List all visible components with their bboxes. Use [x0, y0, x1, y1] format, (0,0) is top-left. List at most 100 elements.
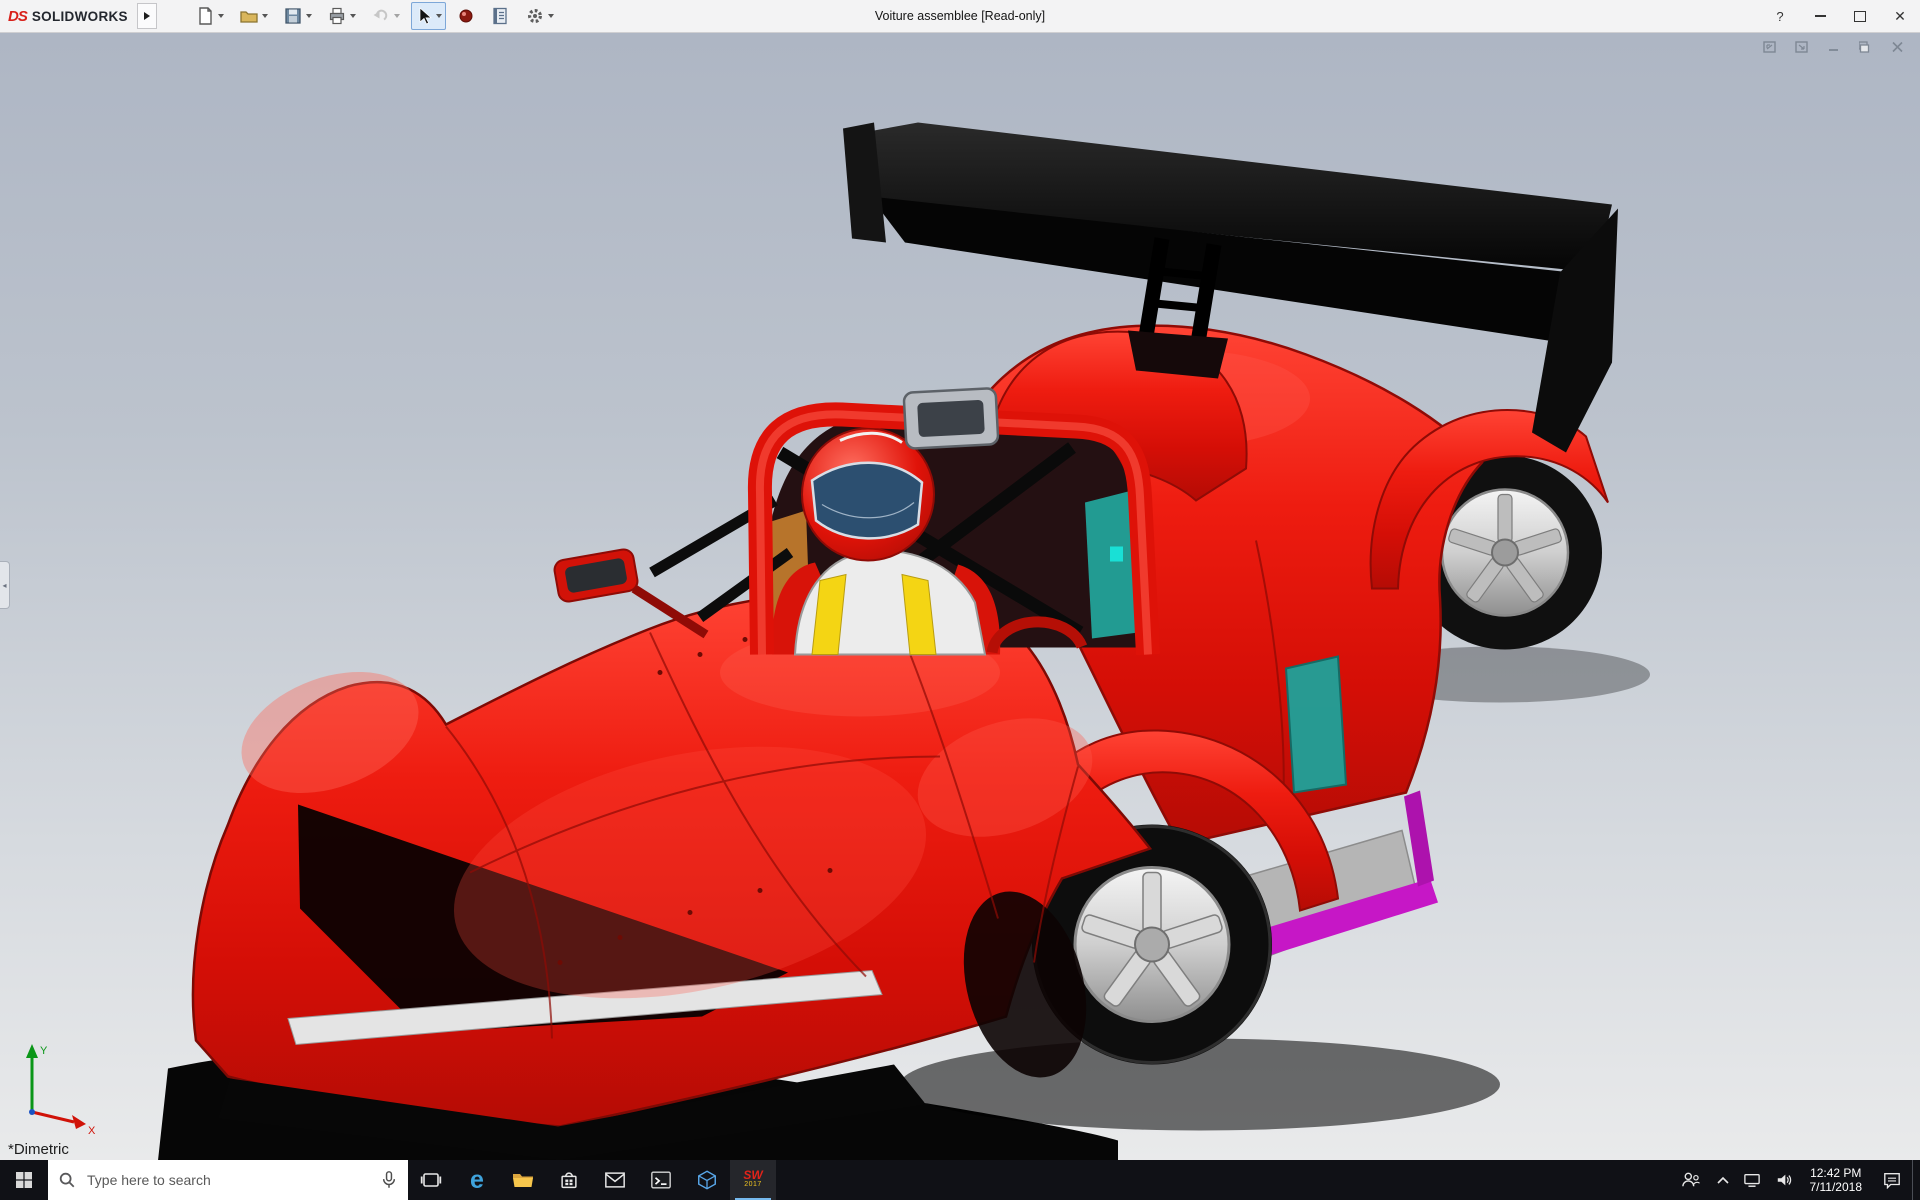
mail-icon	[604, 1171, 626, 1189]
speaker-icon	[1775, 1172, 1793, 1188]
network-icon	[1743, 1172, 1761, 1188]
titlebar: DS SOLIDWORKS	[0, 0, 1920, 33]
clock-date: 7/11/2018	[1810, 1180, 1863, 1194]
close-icon: ✕	[1894, 8, 1906, 25]
print-icon	[327, 6, 347, 26]
hidden-icons-button[interactable]	[1710, 1160, 1736, 1200]
appearances-button[interactable]	[453, 2, 479, 30]
dropdown-arrow-icon	[218, 14, 224, 18]
menu-flyout-button[interactable]	[137, 3, 157, 29]
edge-icon: e	[470, 1168, 484, 1193]
options-button[interactable]	[521, 2, 558, 30]
search-input[interactable]	[85, 1171, 371, 1189]
taskbar-app-solidworks[interactable]: SW 2017	[730, 1160, 776, 1200]
y-axis-arrow-icon	[26, 1044, 38, 1058]
window-controls: ? ✕	[1760, 0, 1920, 32]
restore-document-button[interactable]	[1856, 39, 1876, 55]
maximize-button[interactable]	[1840, 0, 1880, 32]
maximize-icon	[1854, 11, 1866, 22]
side-mirror[interactable]	[553, 548, 706, 635]
action-center-button[interactable]	[1872, 1160, 1912, 1200]
dropdown-arrow-icon	[306, 14, 312, 18]
windows-logo-icon	[15, 1171, 33, 1189]
solidworks-icon: SW 2017	[743, 1170, 762, 1190]
previous-window-icon	[1762, 40, 1778, 54]
show-desktop-button[interactable]	[1912, 1160, 1920, 1200]
graphics-area[interactable]: Y X *Dimetric ◂	[0, 33, 1920, 1160]
taskbar-clock[interactable]: 12:42 PM 7/11/2018	[1800, 1160, 1873, 1200]
taskbar-app-file-explorer[interactable]	[500, 1160, 546, 1200]
brand-name: SOLIDWORKS	[32, 9, 128, 24]
ds-logo-icon: DS	[8, 8, 27, 25]
minimize-icon	[1815, 15, 1826, 17]
z-axis-origin-icon	[29, 1109, 35, 1115]
select-tool-button[interactable]	[411, 2, 446, 30]
taskbar-search[interactable]	[48, 1160, 408, 1200]
dropdown-arrow-icon	[548, 14, 554, 18]
flyout-arrow-icon	[144, 12, 150, 20]
y-axis-label: Y	[40, 1045, 48, 1057]
open-folder-icon	[239, 6, 259, 26]
people-button[interactable]	[1672, 1160, 1710, 1200]
undo-button[interactable]	[367, 2, 404, 30]
store-icon	[558, 1169, 580, 1191]
microphone-icon[interactable]	[380, 1170, 398, 1190]
close-button[interactable]: ✕	[1880, 0, 1920, 32]
task-view-icon	[420, 1170, 442, 1190]
windscreen-vent	[904, 388, 999, 449]
cube-icon	[696, 1169, 718, 1191]
system-tray: 12:42 PM 7/11/2018	[1672, 1160, 1920, 1200]
open-button[interactable]	[235, 2, 272, 30]
new-window-icon	[1794, 40, 1810, 54]
undo-arrow-icon	[371, 6, 391, 26]
save-button[interactable]	[279, 2, 316, 30]
standard-toolbar	[191, 2, 558, 30]
windows-taskbar: e	[0, 1160, 1920, 1200]
help-button[interactable]: ?	[1760, 0, 1800, 32]
select-cursor-icon	[415, 7, 433, 25]
taskbar-app-console[interactable]	[638, 1160, 684, 1200]
save-floppy-icon	[283, 6, 303, 26]
solidworks-window: DS SOLIDWORKS	[0, 0, 1920, 1200]
view-orientation-label: *Dimetric	[8, 1141, 69, 1158]
minimize-button[interactable]	[1800, 0, 1840, 32]
console-icon	[650, 1170, 672, 1190]
taskbar-app-store[interactable]	[546, 1160, 592, 1200]
design-binder-icon	[490, 6, 510, 26]
print-button[interactable]	[323, 2, 360, 30]
x-axis-arrow-icon	[72, 1115, 86, 1129]
start-button[interactable]	[0, 1160, 48, 1200]
taskbar-app-edge[interactable]: e	[454, 1160, 500, 1200]
chevron-up-icon	[1716, 1175, 1730, 1185]
dropdown-arrow-icon	[436, 14, 442, 18]
dropdown-arrow-icon	[394, 14, 400, 18]
file-explorer-icon	[511, 1170, 535, 1190]
previous-window-button[interactable]	[1760, 39, 1780, 55]
new-document-button[interactable]	[191, 2, 228, 30]
dropdown-arrow-icon	[262, 14, 268, 18]
minimize-document-icon	[1827, 41, 1841, 53]
minimize-document-button[interactable]	[1824, 39, 1844, 55]
appearances-sphere-icon	[457, 7, 475, 25]
restore-document-icon	[1859, 41, 1873, 53]
close-document-icon	[1891, 41, 1905, 53]
clock-time: 12:42 PM	[1810, 1166, 1861, 1180]
close-document-button[interactable]	[1888, 39, 1908, 55]
volume-button[interactable]	[1768, 1160, 1800, 1200]
taskbar-app-mail[interactable]	[592, 1160, 638, 1200]
network-status-button[interactable]	[1736, 1160, 1768, 1200]
design-binder-button[interactable]	[486, 2, 514, 30]
people-icon	[1681, 1171, 1701, 1189]
orientation-triad: Y X	[12, 1038, 104, 1134]
collapsed-panel-tab[interactable]: ◂	[0, 561, 10, 609]
helmet-visor	[812, 463, 922, 539]
options-gear-icon	[525, 6, 545, 26]
solidworks-logo: DS SOLIDWORKS	[0, 3, 161, 29]
dropdown-arrow-icon	[350, 14, 356, 18]
task-view-button[interactable]	[408, 1160, 454, 1200]
new-window-button[interactable]	[1792, 39, 1812, 55]
action-center-icon	[1882, 1171, 1902, 1189]
side-window-teal	[1286, 657, 1346, 793]
model-scene[interactable]	[0, 33, 1920, 1160]
taskbar-app-3d-viewer[interactable]	[684, 1160, 730, 1200]
